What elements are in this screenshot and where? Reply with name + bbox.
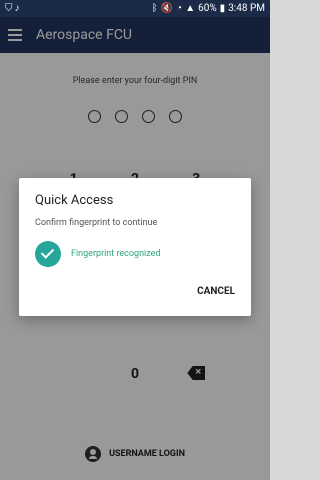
fingerprint-status-text: Fingerprint recognized bbox=[71, 249, 161, 259]
wifi-icon: ◔ bbox=[176, 3, 183, 14]
cancel-button[interactable]: CANCEL bbox=[197, 286, 235, 297]
check-icon bbox=[35, 241, 61, 267]
status-bar: ⛉ ♪ ᛒ 🔇 ◔ ▲ 60% ▮ 3:48 PM bbox=[0, 0, 270, 17]
mute-icon: 🔇 bbox=[160, 3, 174, 14]
signal-icon: ▲ bbox=[185, 3, 196, 14]
dialog-title: Quick Access bbox=[35, 193, 114, 208]
fingerprint-status: Fingerprint recognized bbox=[35, 241, 161, 267]
battery-icon: ▮ bbox=[219, 3, 226, 14]
music-icon: ♪ bbox=[14, 3, 20, 14]
dialog-subtitle: Confirm fingerprint to continue bbox=[35, 218, 158, 228]
clock: 3:48 PM bbox=[228, 3, 265, 14]
bluetooth-icon: ᛒ bbox=[151, 3, 158, 14]
battery-percent: 60% bbox=[198, 3, 217, 14]
quick-access-dialog: Quick Access Confirm fingerprint to cont… bbox=[19, 178, 251, 316]
shield-icon: ⛉ bbox=[5, 3, 13, 14]
